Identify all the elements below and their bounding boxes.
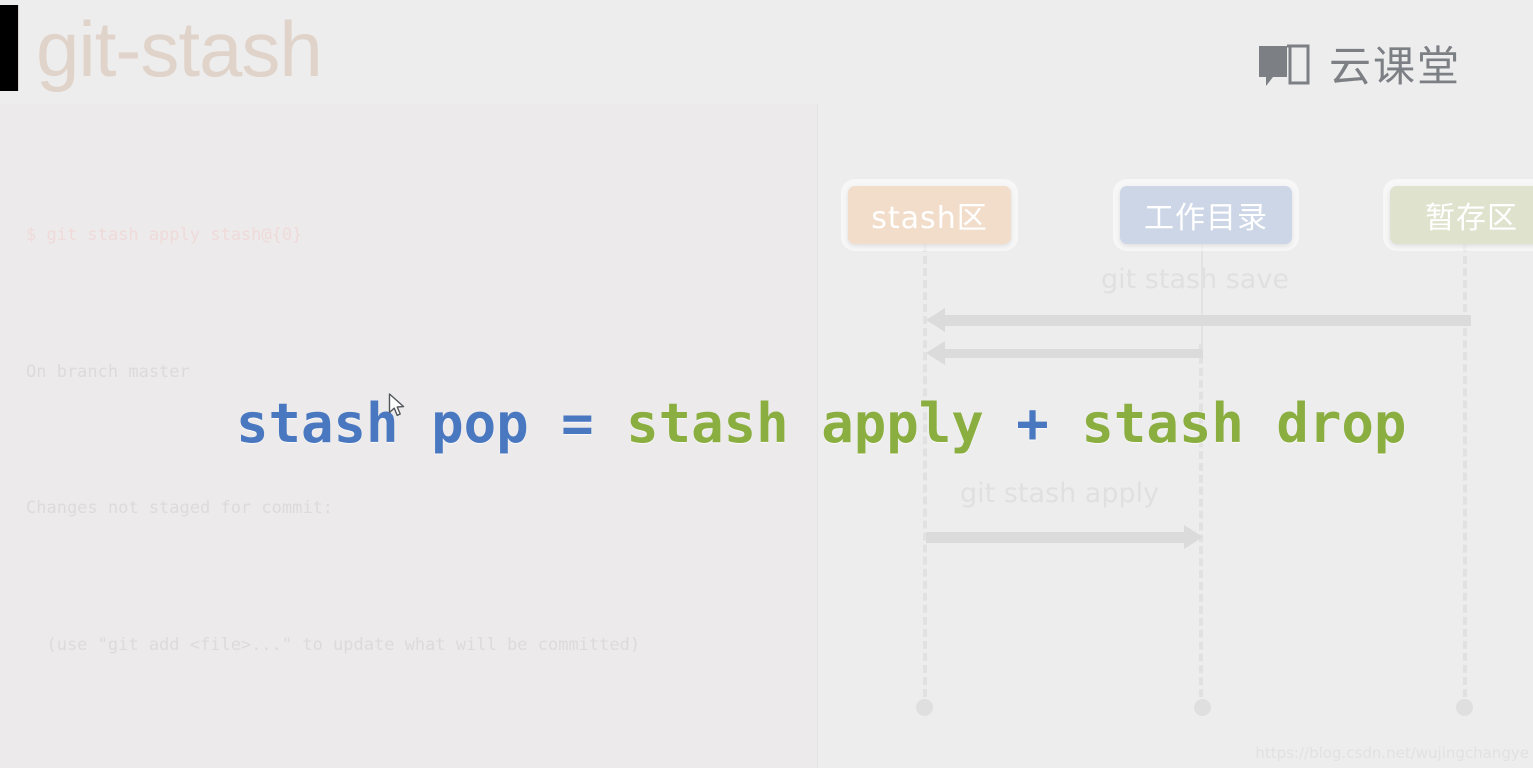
- node-staging-area-label: 暂存区: [1425, 201, 1518, 236]
- arrow-shaft: [945, 315, 1471, 326]
- terminal-line-command-apply: $ git stash apply stash@{0}: [26, 225, 303, 245]
- arrow-git-stash-apply: [926, 525, 1203, 549]
- node-working-directory-label: 工作目录: [1144, 201, 1268, 236]
- lifeline-end-dot-stash: [916, 699, 933, 716]
- arrow-shaft: [945, 349, 1203, 358]
- arrow-head-right-icon: [1184, 525, 1203, 549]
- equation-stash-pop: stash pop: [236, 392, 562, 455]
- arrow-label-git-stash-save: git stash save: [1101, 264, 1289, 295]
- equation-plus-sign: +: [1016, 392, 1082, 455]
- arrow-label-git-stash-apply: git stash apply: [960, 478, 1160, 509]
- equation-stash-drop: stash drop: [1081, 392, 1407, 455]
- arrow-head-left-icon: [926, 308, 945, 332]
- node-stash-area: stash区: [848, 186, 1011, 244]
- node-working-directory: 工作目录: [1120, 186, 1292, 244]
- terminal-line-branch: On branch master: [26, 361, 190, 382]
- watermark: https://blog.csdn.net/wujingchangye: [1255, 744, 1529, 762]
- lifeline-end-dot-workdir: [1194, 699, 1211, 716]
- brand-logo: 云课堂: [1257, 44, 1461, 90]
- equation-equals-sign: =: [561, 392, 627, 455]
- open-book-icon: [1257, 44, 1311, 90]
- arrow-head-left-icon: [926, 341, 945, 365]
- equation-overlay: stash pop = stash apply + stash drop: [236, 394, 1406, 454]
- title-accent-bar: [0, 5, 19, 91]
- terminal-line-hint-checkout: (use "git checkout -- <file>..." to disc…: [26, 759, 808, 768]
- terminal-line-hint-add: (use "git add <file>..." to update what …: [26, 634, 641, 655]
- node-stash-area-label: stash区: [871, 201, 988, 236]
- equation-stash-apply: stash apply: [626, 392, 1017, 455]
- arrow-git-stash-save: [926, 308, 1471, 332]
- page-title: git-stash: [36, 5, 323, 93]
- node-staging-area: 暂存区: [1390, 186, 1533, 244]
- lifeline-end-dot-staging: [1456, 699, 1473, 716]
- arrow-shaft: [926, 532, 1184, 543]
- slide-canvas: git-stash 云课堂 $ git stash apply stash@{0…: [0, 0, 1533, 768]
- arrow-workdir-to-stash: [926, 341, 1203, 365]
- logo-text: 云课堂: [1328, 42, 1461, 91]
- terminal-line-changes: Changes not staged for commit:: [26, 498, 334, 518]
